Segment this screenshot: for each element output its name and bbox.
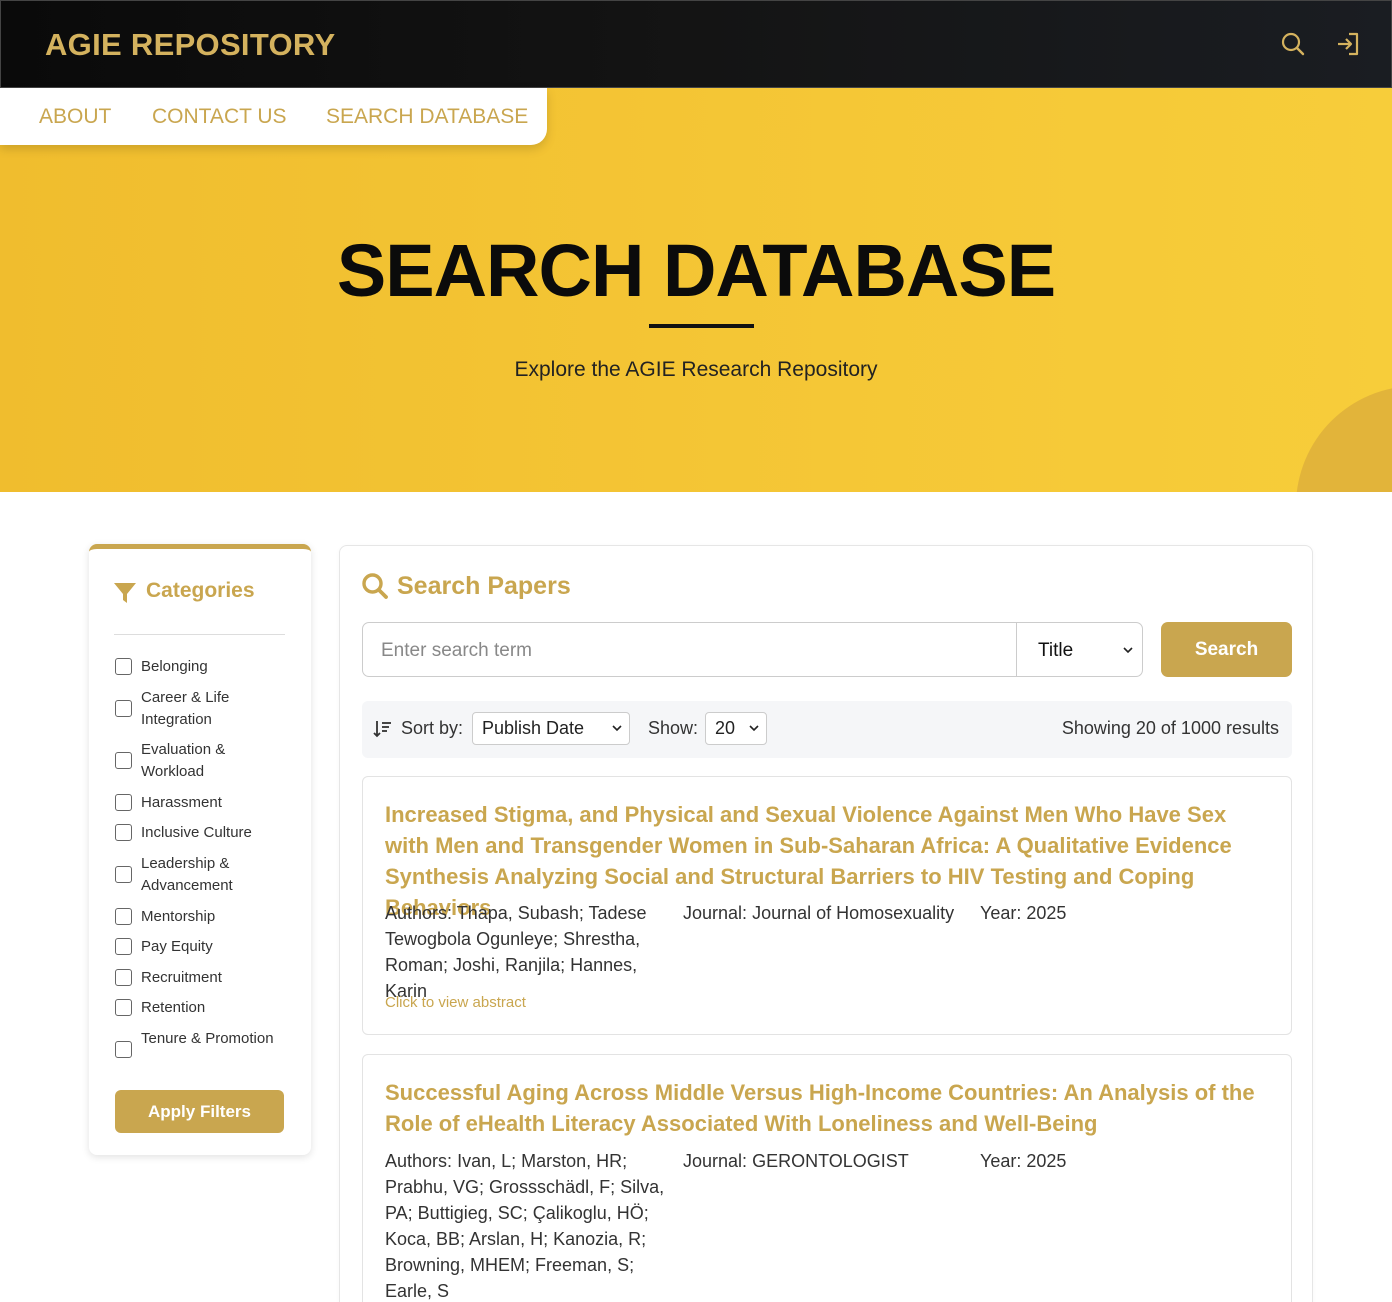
paper-journal: Journal: GERONTOLOGIST [683,1148,973,1174]
category-label: Mentorship [141,908,216,925]
checkbox[interactable] [115,938,132,955]
search-icon[interactable] [1280,31,1306,57]
page-title: SEARCH DATABASE [336,229,1056,312]
search-papers-heading: Search Papers [397,572,571,600]
page-subtitle: Explore the AGIE Research Repository [514,358,878,381]
sort-by-label: Sort by: [401,718,464,738]
title-underline [649,324,754,328]
authors-value: Ivan, L; Marston, HR; Prabhu, VG; Grosss… [385,1151,665,1301]
search-button[interactable]: Search [1161,622,1292,677]
show-label: Show: [648,718,699,738]
search-field-select[interactable]: Title [1016,622,1143,677]
paper-title[interactable]: Successful Aging Across Middle Versus Hi… [385,1077,1271,1139]
categories-heading: Categories [146,579,255,602]
checkbox[interactable] [115,700,132,717]
paper-year: Year: 2025 [980,1148,1130,1174]
nav-about[interactable]: ABOUT [39,105,111,129]
category-label: Retention [141,999,206,1016]
category-label: Tenure & Promotion [141,1030,274,1047]
page-size-select[interactable]: 20 [705,712,767,745]
category-label: Career & Life Integration [141,689,230,728]
journal-label: Journal: [683,1151,748,1171]
filter-icon [113,581,137,605]
journal-value: Journal of Homosexuality [752,903,955,923]
checkbox[interactable] [115,866,132,883]
search-icon [361,572,389,600]
paper-journal: Journal: Journal of Homosexuality [683,900,973,926]
category-label: Harassment [141,794,222,811]
category-label: Inclusive Culture [141,824,252,841]
sort-select[interactable]: Publish Date [472,712,630,745]
nav-search-database[interactable]: SEARCH DATABASE [326,105,528,129]
search-field-value: Title [1038,640,1074,661]
page-size-value: 20 [715,718,736,738]
results-count: Showing 20 of 1000 results [1061,718,1279,738]
checkbox[interactable] [115,752,132,769]
secondary-nav: ABOUT CONTACT US SEARCH DATABASE [0,88,547,145]
checkbox[interactable] [115,824,132,841]
search-panel: Search Papers Enter search term Title Se… [339,545,1313,1302]
checkbox[interactable] [115,794,132,811]
nav-contact-us[interactable]: CONTACT US [152,105,287,129]
authors-label: Authors: [385,1151,453,1171]
category-label: Belonging [141,658,208,675]
category-label: Recruitment [141,969,222,986]
chevron-down-icon [749,725,759,732]
sort-icon [373,719,393,739]
category-label: Pay Equity [141,938,213,955]
checkbox[interactable] [115,969,132,986]
journal-label: Journal: [683,903,748,923]
sort-toolbar: Sort by: Publish Date Show: 20 Showing 2… [362,701,1292,758]
top-navbar: AGIE REPOSITORY [0,0,1392,88]
checkbox[interactable] [115,999,132,1016]
year-value: 2025 [1026,1151,1067,1171]
checkbox[interactable] [115,908,132,925]
category-label: Leadership & Advancement [141,855,233,894]
chevron-down-icon [1123,647,1133,654]
categories-panel: Categories Belonging Career & Life Integ… [89,544,311,1155]
decorative-circle [1296,386,1392,492]
view-abstract-link[interactable]: Click to view abstract [385,994,526,1011]
year-value: 2025 [1026,903,1067,923]
paper-authors: Authors: Thapa, Subash; Tadese Tewogbola… [385,900,677,1004]
paper-year: Year: 2025 [980,900,1130,926]
brand-logo[interactable]: AGIE REPOSITORY [45,27,335,63]
search-input[interactable]: Enter search term [362,622,1017,677]
year-label: Year: [980,1151,1022,1171]
year-label: Year: [980,903,1022,923]
category-label: Evaluation & Workload [141,741,226,780]
paper-card[interactable]: Increased Stigma, and Physical and Sexua… [362,776,1292,1035]
login-icon[interactable] [1335,31,1361,57]
paper-card[interactable]: Successful Aging Across Middle Versus Hi… [362,1054,1292,1302]
authors-label: Authors: [385,903,453,923]
paper-authors: Authors: Ivan, L; Marston, HR; Prabhu, V… [385,1148,665,1302]
apply-filters-button[interactable]: Apply Filters [115,1090,284,1133]
checkbox[interactable] [115,1041,132,1058]
sort-value: Publish Date [482,718,585,738]
chevron-down-icon [612,725,622,732]
divider [114,634,285,635]
journal-value: GERONTOLOGIST [752,1151,909,1171]
checkbox[interactable] [115,658,132,675]
